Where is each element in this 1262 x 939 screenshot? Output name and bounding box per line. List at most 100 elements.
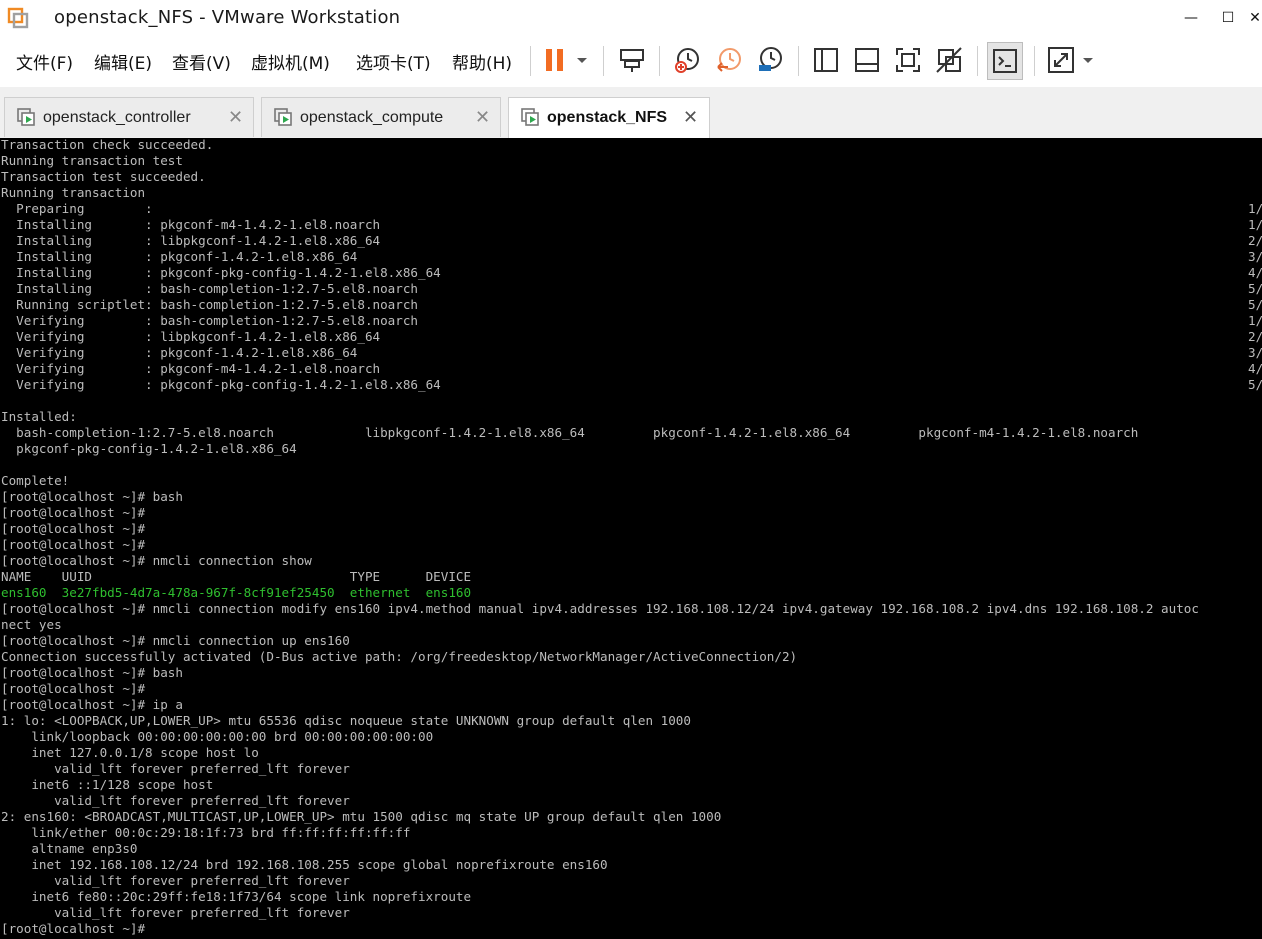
toolbar-separator [603,46,604,76]
menu-vm[interactable]: 虚拟机(M) [251,49,330,74]
console-line: Verifying : pkgconf-pkg-config-1.4.2-1.e… [1,377,441,392]
progress-counter: 1/ [1248,201,1262,216]
console-line: Verifying : bash-completion-1:2.7-5.el8.… [1,313,419,328]
console-line: Verifying : pkgconf-m4-1.4.2-1.el8.noarc… [1,361,381,376]
console-line: Installed: [1,409,77,424]
toolbar-separator [659,46,660,76]
menu-view[interactable]: 查看(V) [172,49,231,74]
maximize-button[interactable]: ☐ [1217,8,1239,28]
progress-counter: 3/ [1248,345,1262,360]
close-button[interactable]: ✕ [1244,8,1262,28]
console-line: Running scriptlet: bash-completion-1:2.7… [1,297,419,312]
console-line: [root@localhost ~]# nmcli connection sho… [1,553,312,568]
menu-tabs[interactable]: 选项卡(T) [356,49,431,74]
stretch-dropdown-icon[interactable] [1080,45,1096,75]
console-line: [root@localhost ~]# ip a [1,697,183,712]
progress-counter: 5/ [1248,281,1262,296]
console-line: [root@localhost ~]# bash [1,489,183,504]
console-line: Transaction check succeeded. [1,138,214,152]
console-line: Running transaction [1,185,146,200]
tab-openstack-nfs[interactable]: openstack_NFS ✕ [508,97,710,139]
console-line: [root@localhost ~]# nmcli connection up … [1,633,350,648]
console-line: Installing : pkgconf-1.4.2-1.el8.x86_64 [1,249,358,264]
menu-file[interactable]: 文件(F) [16,49,73,74]
menu-edit[interactable]: 编辑(E) [94,49,152,74]
console-line: [root@localhost ~]# [1,537,146,552]
snapshot-manager-icon[interactable] [755,45,785,75]
tab-label: openstack_controller [43,109,191,126]
progress-counter: 2/ [1248,233,1262,248]
title-bar: openstack_NFS - VMware Workstation — ☐ ✕ [0,0,1262,37]
console-line: [root@localhost ~]# [1,505,146,520]
console-line: [root@localhost ~]# bash [1,665,183,680]
toolbar-separator [798,46,799,76]
close-icon[interactable]: ✕ [683,107,698,128]
console-line: inet 127.0.0.1/8 scope host lo [1,745,259,760]
console-line: valid_lft forever preferred_lft forever [1,793,350,808]
progress-counter: 1/ [1248,313,1262,328]
library-view-icon[interactable] [811,45,841,75]
console-line: [root@localhost ~]# [1,681,146,696]
minimize-button[interactable]: — [1180,8,1202,28]
pause-icon[interactable] [542,45,568,75]
vm-console[interactable]: Transaction check succeeded. Running tran… [0,138,1262,939]
console-line: Complete! [1,473,70,488]
stretch-icon[interactable] [1046,45,1076,75]
console-line: altname enp3s0 [1,841,138,856]
console-line: [root@localhost ~]# [1,921,146,936]
menu-help[interactable]: 帮助(H) [452,49,512,74]
unity-icon[interactable] [934,45,964,75]
close-icon[interactable]: ✕ [475,107,490,128]
revert-snapshot-icon[interactable] [714,45,744,75]
toolbar-separator [977,46,978,76]
thumbnail-view-icon[interactable] [852,45,882,75]
progress-counter: 1/ [1248,217,1262,232]
console-line: link/ether 00:0c:29:18:1f:73 brd ff:ff:f… [1,825,411,840]
console-view-icon [993,49,1017,73]
tab-label: openstack_compute [300,109,444,126]
console-line: Installing : pkgconf-m4-1.4.2-1.el8.noar… [1,217,381,232]
console-line: [root@localhost ~]# nmcli connection mod… [1,601,1199,616]
console-line: Installing : bash-completion-1:2.7-5.el8… [1,281,419,296]
vm-icon [17,108,35,126]
vmware-logo-icon [7,7,29,29]
fullscreen-icon[interactable] [893,45,923,75]
console-line: nect yes [1,617,62,632]
progress-counter: 5/ [1248,377,1262,392]
progress-counter: 2/ [1248,329,1262,344]
console-line: 2: ens160: <BROADCAST,MULTICAST,UP,LOWER… [1,809,722,824]
console-line: Verifying : pkgconf-1.4.2-1.el8.x86_64 [1,345,358,360]
snapshot-icon[interactable] [672,45,702,75]
console-view-button[interactable] [987,42,1023,80]
console-line: NAME UUID TYPE DEVICE [1,569,472,584]
send-keys-icon[interactable] [617,45,647,75]
console-line: link/loopback 00:00:00:00:00:00 brd 00:0… [1,729,434,744]
progress-counter: 5/ [1248,297,1262,312]
console-line: Installing : pkgconf-pkg-config-1.4.2-1.… [1,265,441,280]
tab-label: openstack_NFS [547,109,668,126]
toolbar-separator [1034,46,1035,76]
progress-counter: 4/ [1248,265,1262,280]
vm-tab-bar: openstack_controller ✕ openstack_compute… [0,87,1262,139]
tab-openstack-compute[interactable]: openstack_compute ✕ [261,97,501,137]
console-line: valid_lft forever preferred_lft forever [1,873,350,888]
dropdown-arrow-icon[interactable] [574,45,590,75]
tab-openstack-controller[interactable]: openstack_controller ✕ [4,97,254,137]
console-line: ens160 3e27fbd5-4d7a-478a-967f-8cf91ef25… [1,585,472,600]
vm-icon [521,108,539,126]
console-line: valid_lft forever preferred_lft forever [1,761,350,776]
console-line: Running transaction test [1,153,183,168]
console-line: [root@localhost ~]# [1,521,146,536]
progress-counter: 3/ [1248,249,1262,264]
console-line: Transaction test succeeded. [1,169,206,184]
progress-counter: 4/ [1248,361,1262,376]
console-line: inet6 fe80::20c:29ff:fe18:1f73/64 scope … [1,889,472,904]
close-icon[interactable]: ✕ [228,107,243,128]
console-line: pkgconf-pkg-config-1.4.2-1.el8.x86_64 [1,441,297,456]
console-line: inet 192.168.108.12/24 brd 192.168.108.2… [1,857,608,872]
console-line: bash-completion-1:2.7-5.el8.noarch libpk… [1,425,1139,440]
vm-icon [274,108,292,126]
console-line: valid_lft forever preferred_lft forever [1,905,350,920]
console-line: inet6 ::1/128 scope host [1,777,214,792]
console-line: Verifying : libpkgconf-1.4.2-1.el8.x86_6… [1,329,381,344]
